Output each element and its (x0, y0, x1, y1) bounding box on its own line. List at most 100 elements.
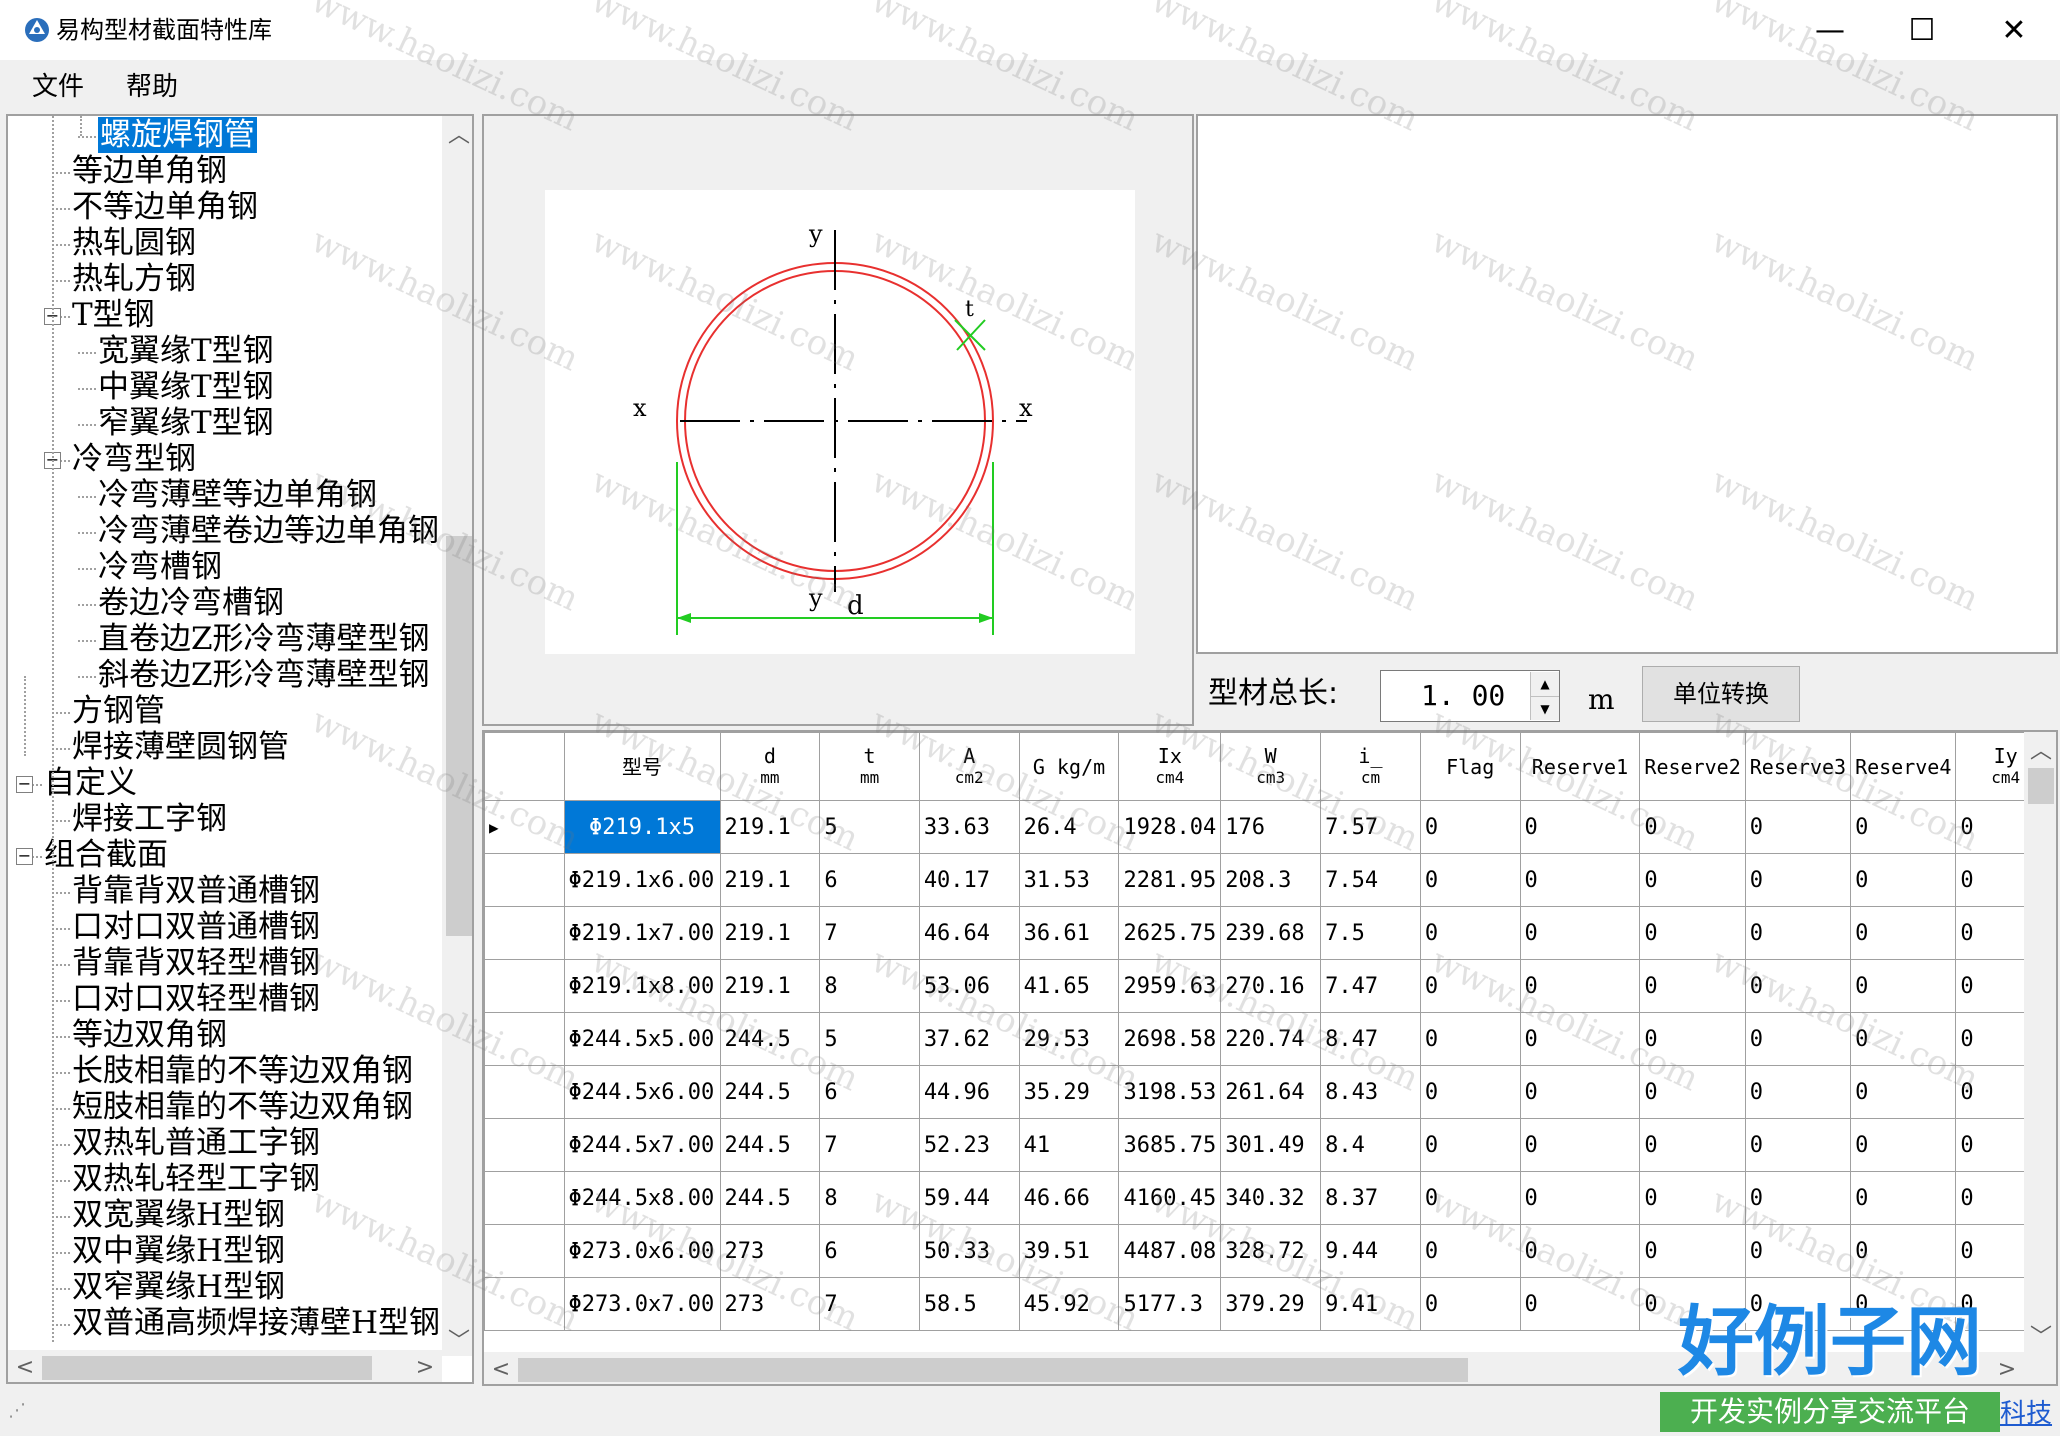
minimize-button[interactable]: — (1784, 0, 1876, 60)
tree-node[interactable]: 窄翼缘T型钢 (98, 406, 274, 442)
table-cell[interactable]: 219.1 (719, 959, 821, 1013)
tree-node[interactable]: 不等边单角钢 (72, 190, 258, 226)
tree-node[interactable]: 自定义 (44, 766, 137, 802)
table-cell[interactable]: 244.5 (719, 1065, 821, 1119)
tree-node[interactable]: 斜卷边Z形冷弯薄壁型钢 (98, 658, 430, 694)
table-cell[interactable]: 7.57 (1320, 800, 1421, 854)
table-row[interactable]: Φ244.5x6.00 244.5 6 44.96 35.29 3198.53 261.64… (484, 1065, 2056, 1119)
table-cell[interactable]: 0 (1850, 1171, 1957, 1225)
tree-node[interactable]: 冷弯型钢 (72, 442, 196, 478)
scroll-left-arrow-icon[interactable]: < (8, 1350, 42, 1382)
tree-node[interactable]: 背靠背双轻型槽钢 (72, 946, 320, 982)
table-cell[interactable]: 44.96 (918, 1065, 1020, 1119)
table-cell[interactable]: 270.16 (1220, 959, 1322, 1013)
table-row[interactable]: Φ219.1x8.00 219.1 8 53.06 41.65 2959.63 270.16… (484, 959, 2056, 1013)
table-cell[interactable]: 0 (1744, 1224, 1852, 1278)
table-cell[interactable]: 3685.75 (1118, 1118, 1222, 1172)
tree-node[interactable]: 短肢相靠的不等边双角钢 (72, 1090, 413, 1126)
table-cell[interactable]: 239.68 (1220, 906, 1322, 960)
tree-node[interactable]: 等边单角钢 (72, 154, 227, 190)
column-header[interactable]: Reserve3 (1744, 732, 1852, 801)
table-cell[interactable]: 0 (1519, 906, 1641, 960)
table-cell[interactable]: 59.44 (918, 1171, 1020, 1225)
table-cell[interactable]: 0 (1850, 959, 1957, 1013)
table-cell[interactable]: 0 (1639, 1065, 1746, 1119)
table-cell[interactable]: 0 (1639, 1118, 1746, 1172)
table-cell[interactable]: 8.43 (1320, 1065, 1421, 1119)
table-cell[interactable]: 0 (1519, 1224, 1641, 1278)
column-header[interactable]: 型号 (563, 732, 721, 801)
table-cell[interactable]: 7.5 (1320, 906, 1421, 960)
table-cell[interactable]: 0 (1519, 800, 1641, 854)
table-cell[interactable]: 7 (819, 1118, 920, 1172)
table-cell[interactable]: 0 (1519, 853, 1641, 907)
tree-node[interactable]: 直卷边Z形冷弯薄壁型钢 (98, 622, 430, 658)
table-cell[interactable]: 46.66 (1018, 1171, 1120, 1225)
tree-node[interactable]: 冷弯薄壁卷边等边单角钢 (98, 514, 439, 550)
table-cell[interactable]: 0 (1519, 1012, 1641, 1066)
table-cell[interactable]: 219.1 (719, 906, 821, 960)
table-cell[interactable]: 0 (1519, 1171, 1641, 1225)
table-cell[interactable]: 219.1 (719, 800, 821, 854)
table-cell[interactable]: 29.53 (1018, 1012, 1120, 1066)
table-cell[interactable]: 6 (819, 1224, 920, 1278)
table-cell[interactable]: 53.06 (918, 959, 1020, 1013)
table-cell[interactable]: 3198.53 (1118, 1065, 1222, 1119)
tree-node[interactable]: 背靠背双普通槽钢 (72, 874, 320, 910)
table-cell[interactable]: 208.3 (1220, 853, 1322, 907)
table-cell[interactable]: 5 (819, 1012, 920, 1066)
table-row[interactable]: Φ273.0x6.00 273 6 50.33 39.51 4487.08 328.72 9.… (484, 1224, 2056, 1278)
row-header[interactable] (484, 1171, 565, 1225)
tree-node[interactable]: 方钢管 (72, 694, 165, 730)
table-cell[interactable]: 273 (719, 1277, 821, 1331)
column-header[interactable]: Ix cm4 (1118, 732, 1222, 801)
table-cell[interactable]: 8.47 (1320, 1012, 1421, 1066)
table-cell[interactable]: 0 (1419, 1171, 1521, 1225)
table-cell[interactable]: 0 (1419, 1224, 1521, 1278)
table-cell[interactable]: 26.4 (1018, 800, 1120, 854)
row-header[interactable] (484, 959, 565, 1013)
current-row-marker-icon[interactable]: ▶ (484, 800, 565, 854)
table-cell[interactable]: 1928.04 (1118, 800, 1222, 854)
table-cell[interactable]: 0 (1419, 800, 1521, 854)
table-row[interactable]: Φ244.5x5.00 244.5 5 37.62 29.53 2698.58 220.74… (484, 1012, 2056, 1066)
table-cell[interactable]: 0 (1850, 800, 1957, 854)
row-header[interactable] (484, 1118, 565, 1172)
table-cell[interactable]: 40.17 (918, 853, 1020, 907)
table-cell[interactable]: 8 (819, 959, 920, 1013)
table-cell[interactable]: 7 (819, 1277, 920, 1331)
row-header[interactable] (484, 1277, 565, 1331)
table-cell[interactable]: 261.64 (1220, 1065, 1322, 1119)
table-cell[interactable]: 0 (1744, 800, 1852, 854)
section-tree[interactable]: 螺旋焊钢管 等边单角钢 不等边单角钢 热轧圆钢 热轧方钢 − T型钢 宽翼缘T型钢 中翼缘T型钢… (6, 114, 474, 1384)
table-cell[interactable]: 41 (1018, 1118, 1120, 1172)
grid-scroll-up-arrow-icon[interactable]: ︿ (2024, 732, 2056, 766)
table-cell[interactable]: 0 (1850, 1224, 1957, 1278)
table-cell[interactable]: 5 (819, 800, 920, 854)
column-header[interactable] (484, 732, 565, 801)
tree-node[interactable]: 卷边冷弯槽钢 (98, 586, 284, 622)
table-cell[interactable]: 244.5 (719, 1171, 821, 1225)
tree-node[interactable]: 宽翼缘T型钢 (98, 334, 274, 370)
table-cell[interactable]: 9.41 (1320, 1277, 1421, 1331)
table-cell[interactable]: 219.1 (719, 853, 821, 907)
column-header[interactable]: Reserve2 (1639, 732, 1746, 801)
table-cell[interactable]: 379.29 (1220, 1277, 1322, 1331)
row-header[interactable] (484, 853, 565, 907)
table-cell[interactable]: 8.37 (1320, 1171, 1421, 1225)
section-data-grid[interactable]: 型号 d mm t mm Acm2 G kg/m Ix cm4 Wcm3 i_ cm Flag Reser… (482, 730, 2058, 1386)
column-header[interactable]: Reserve1 (1519, 732, 1641, 801)
tree-node[interactable]: 长肢相靠的不等边双角钢 (72, 1054, 413, 1090)
table-cell[interactable]: 35.29 (1018, 1065, 1120, 1119)
table-cell[interactable]: 0 (1519, 1118, 1641, 1172)
table-cell[interactable]: 0 (1850, 1118, 1957, 1172)
table-cell[interactable]: 8.4 (1320, 1118, 1421, 1172)
table-cell[interactable]: 6 (819, 853, 920, 907)
table-cell[interactable]: 0 (1744, 1012, 1852, 1066)
spin-down-icon[interactable]: ▼ (1531, 697, 1559, 720)
table-cell[interactable]: 273 (719, 1224, 821, 1278)
tree-node[interactable]: 热轧圆钢 (72, 226, 196, 262)
column-header[interactable]: i_ cm (1320, 732, 1421, 801)
tree-node[interactable]: 双宽翼缘H型钢 (72, 1198, 285, 1234)
table-cell[interactable]: 36.61 (1018, 906, 1120, 960)
